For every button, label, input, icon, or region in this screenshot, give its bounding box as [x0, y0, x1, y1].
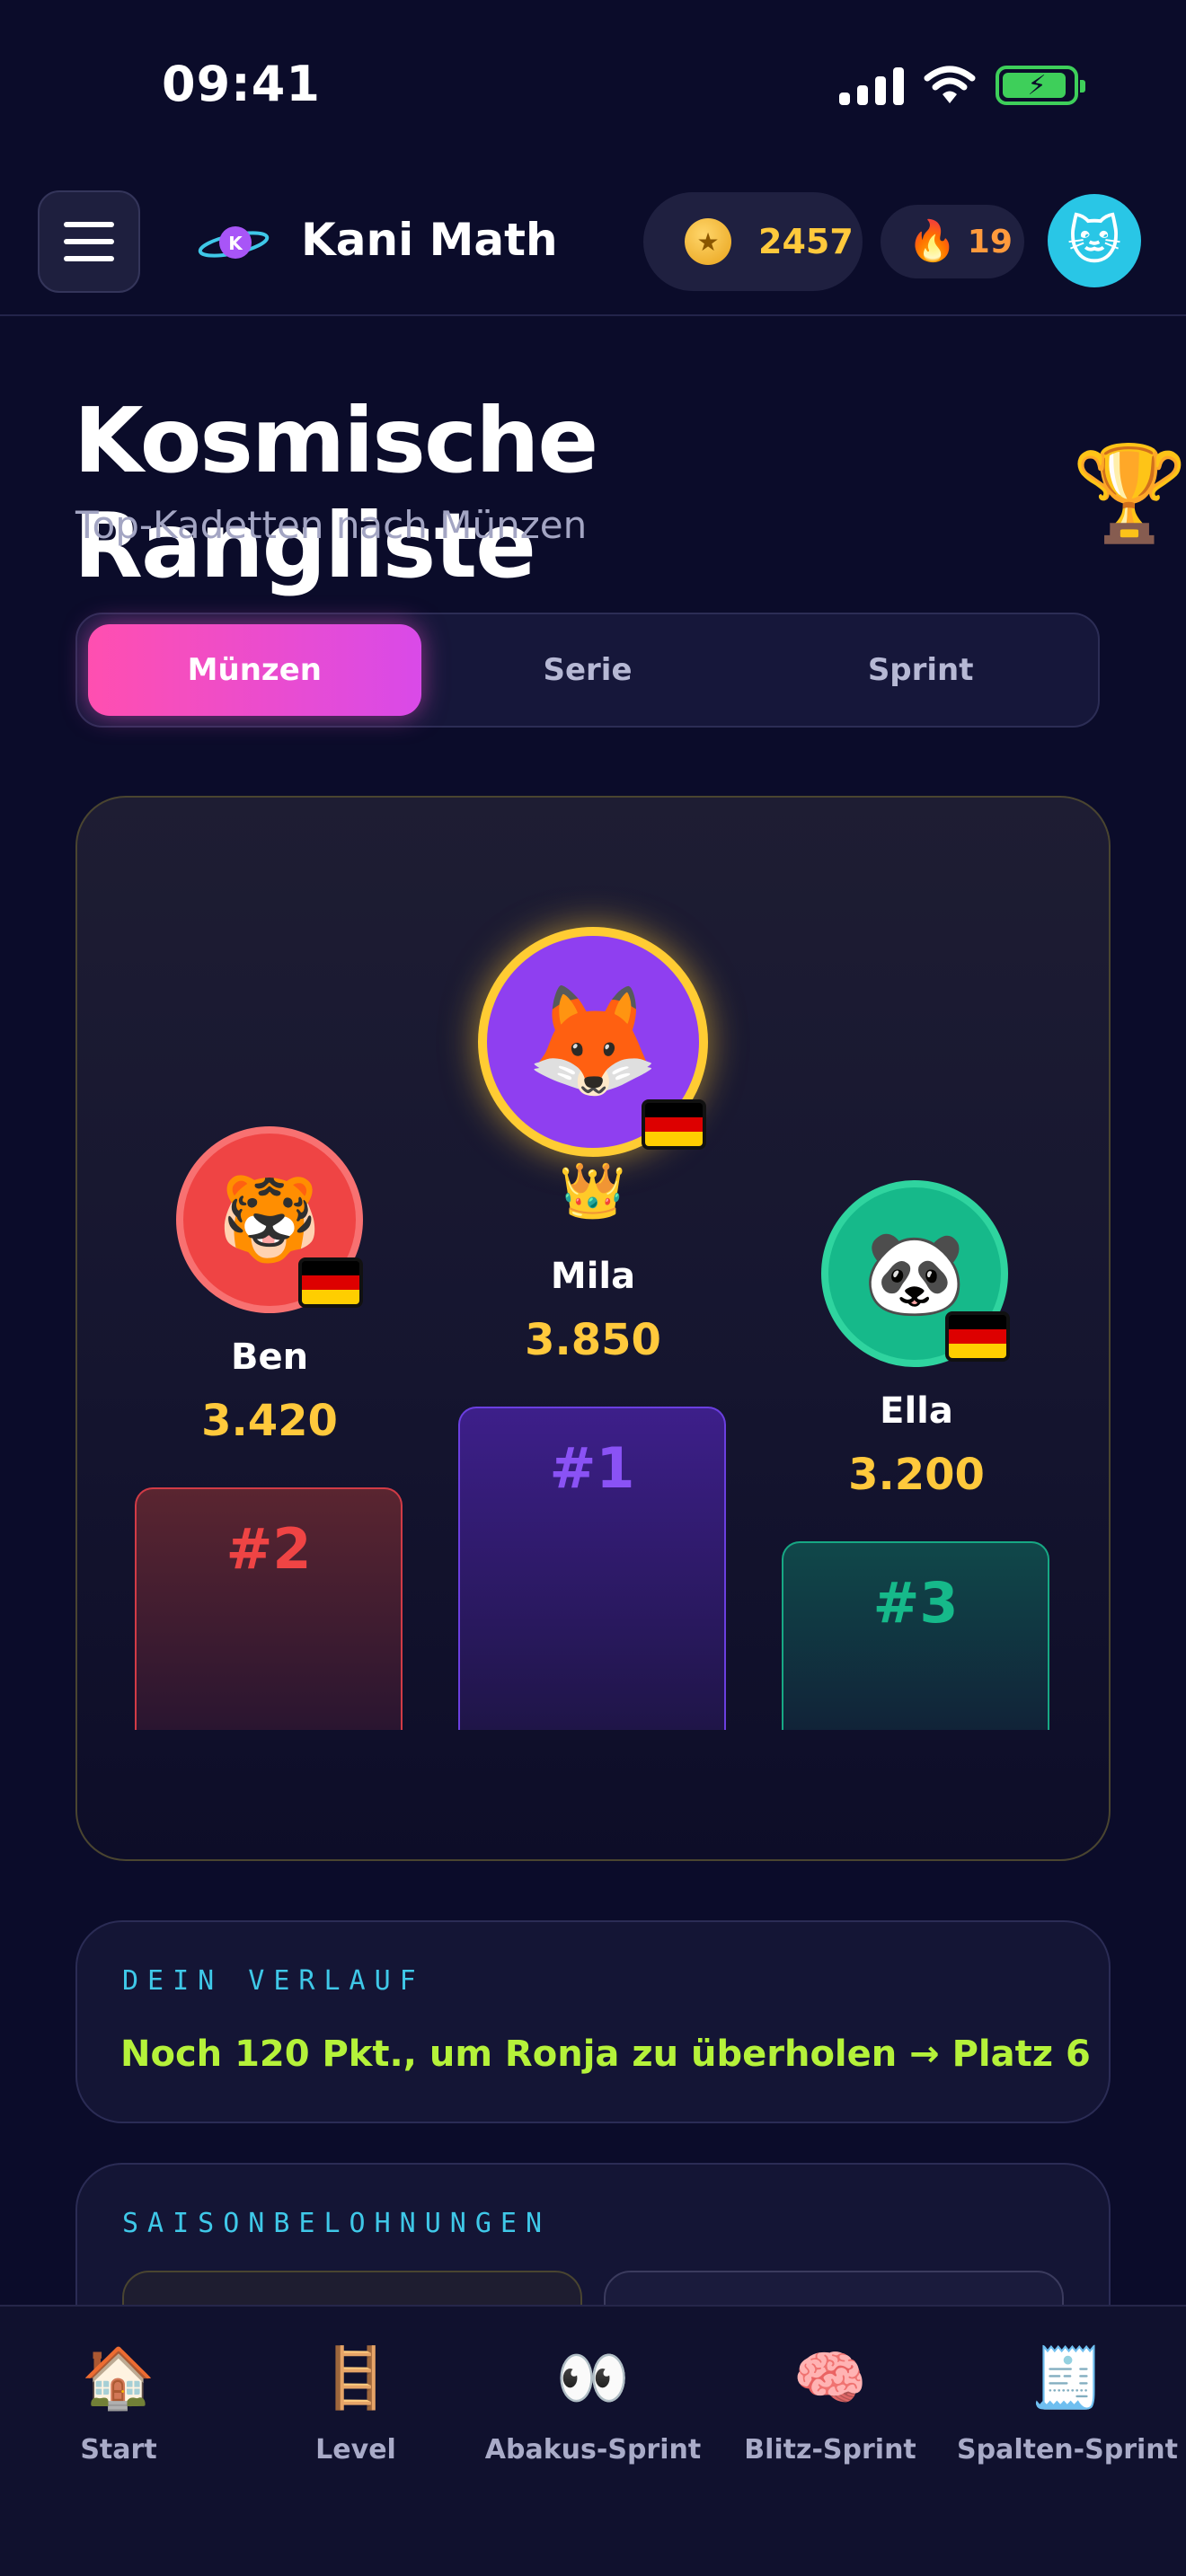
- podium-block-first: #1: [458, 1407, 726, 1730]
- bottom-navigation: 🏠 Start 🪜 Level 👀 Abakus-Sprint 🧠 Blitz-…: [0, 2305, 1186, 2576]
- nav-blitz-sprint[interactable]: 🧠 Blitz-Sprint: [712, 2307, 949, 2576]
- germany-flag-icon: [945, 1311, 1010, 1362]
- podium-name-first: Mila: [550, 1256, 636, 1297]
- app-title: Kani Math: [301, 214, 558, 266]
- podium-score-second: 3.420: [201, 1396, 338, 1446]
- crown-icon: 👑: [559, 1160, 626, 1222]
- coin-icon: ★: [685, 218, 731, 265]
- page-title: Kosmische Rangliste 🏆: [74, 388, 1186, 598]
- podium-name-third: Ella: [880, 1390, 953, 1432]
- trophy-icon: 🏆: [1071, 437, 1186, 548]
- nav-label: Spalten-Sprint: [957, 2434, 1178, 2466]
- podium-score-first: 3.850: [525, 1315, 661, 1365]
- nav-abakus-sprint[interactable]: 👀 Abakus-Sprint: [474, 2307, 712, 2576]
- tab-serie[interactable]: Serie: [421, 624, 755, 716]
- tab-muenzen[interactable]: Münzen: [88, 624, 421, 716]
- streak-value: 19: [967, 223, 1013, 260]
- coins-counter[interactable]: ★ 2457: [643, 192, 863, 291]
- brain-icon: 🧠: [792, 2343, 868, 2413]
- page-title-text: Kosmische Rangliste: [74, 388, 598, 598]
- nav-label: Level: [315, 2434, 396, 2466]
- podium-block-third: #3: [782, 1541, 1049, 1730]
- planet-logo-icon: K: [198, 226, 270, 259]
- progress-text: Noch 120 Pkt., um Ronja zu überholen → P…: [120, 2033, 1091, 2075]
- receipt-icon: 🧾: [1030, 2343, 1105, 2413]
- svg-text:K: K: [228, 233, 243, 254]
- nav-label: Abakus-Sprint: [484, 2434, 702, 2466]
- podium-rank-first: #1: [549, 1435, 635, 1501]
- rewards-label: SAISONBELOHNUNGEN: [122, 2208, 552, 2239]
- cellular-signal-icon: [839, 66, 904, 105]
- cat-face-icon: 🐱: [1067, 210, 1122, 271]
- coins-value: 2457: [758, 222, 854, 261]
- podium-name-second: Ben: [230, 1337, 309, 1378]
- tab-sprint[interactable]: Sprint: [754, 624, 1087, 716]
- eyes-icon: 👀: [555, 2343, 631, 2413]
- status-time: 09:41: [162, 56, 321, 112]
- status-icons: ⚡: [839, 63, 1085, 108]
- house-icon: 🏠: [81, 2343, 156, 2413]
- page-subtitle: Top-Kadetten nach Münzen: [75, 503, 588, 547]
- nav-label: Start: [80, 2434, 157, 2466]
- podium-score-third: 3.200: [848, 1450, 985, 1500]
- progress-label: DEIN VERLAUF: [122, 1965, 425, 1997]
- fox-icon: 🦊: [526, 979, 660, 1104]
- germany-flag-icon: [642, 1099, 706, 1150]
- menu-button[interactable]: [38, 190, 140, 293]
- streak-counter[interactable]: 🔥 19: [881, 205, 1024, 278]
- leaderboard-tabs: Münzen Serie Sprint: [75, 613, 1100, 728]
- podium-block-second: #2: [135, 1487, 403, 1730]
- wifi-icon: [924, 66, 976, 103]
- panda-icon: 🐼: [863, 1225, 967, 1321]
- podium-rank-third: #3: [872, 1570, 959, 1636]
- germany-flag-icon: [298, 1257, 363, 1308]
- nav-label: Blitz-Sprint: [744, 2434, 916, 2466]
- nav-start[interactable]: 🏠 Start: [0, 2307, 237, 2576]
- battery-charging-icon: ⚡: [996, 66, 1085, 105]
- tiger-icon: 🐯: [217, 1171, 322, 1267]
- progress-card: [75, 1920, 1111, 2123]
- profile-avatar-button[interactable]: 🐱: [1048, 194, 1141, 287]
- nav-spalten-sprint[interactable]: 🧾 Spalten-Sprint: [949, 2307, 1186, 2576]
- header-divider: [0, 314, 1186, 316]
- podium-rank-second: #2: [226, 1516, 312, 1582]
- ladder-icon: 🪜: [318, 2343, 394, 2413]
- flame-icon: 🔥: [907, 218, 957, 264]
- nav-level[interactable]: 🪜 Level: [237, 2307, 474, 2576]
